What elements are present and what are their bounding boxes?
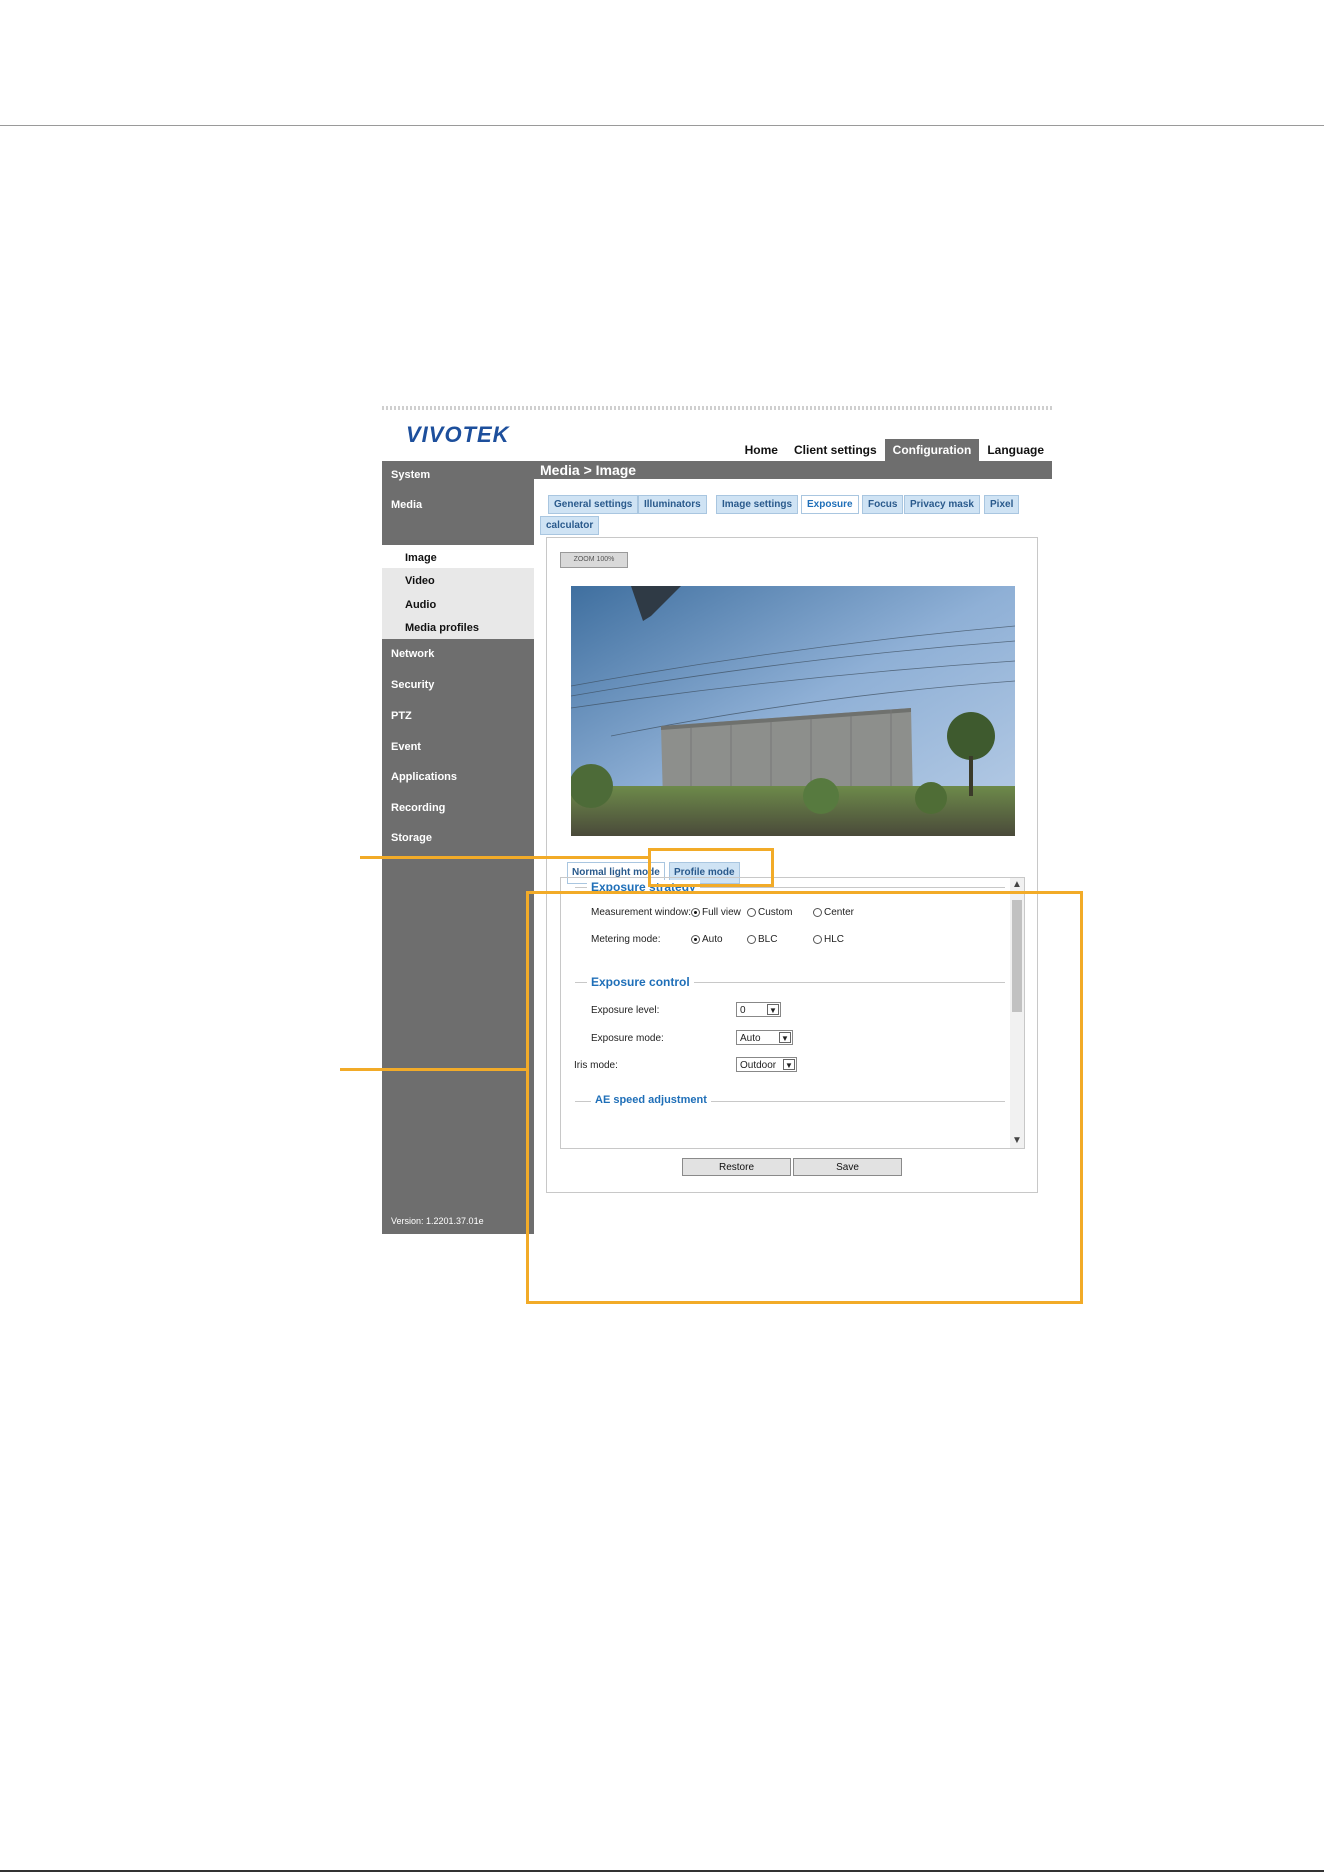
sidebar-item-applications[interactable]: Applications [391, 771, 457, 783]
nav-configuration[interactable]: Configuration [884, 439, 980, 461]
sidebar-item-system[interactable]: System [391, 469, 430, 481]
sidebar-subitem-video[interactable]: Video [405, 575, 435, 587]
breadcrumb: Media > Image [532, 461, 1052, 479]
tab-illuminators[interactable]: Illuminators [638, 495, 707, 514]
camera-preview-image [571, 586, 1015, 836]
nav-client-settings[interactable]: Client settings [786, 439, 885, 461]
tab-general-settings[interactable]: General settings [548, 495, 639, 514]
page-top-rule [0, 125, 1324, 126]
sidebar-item-event[interactable]: Event [391, 741, 421, 753]
zoom-control[interactable]: ZOOM 100% [560, 552, 628, 568]
sidebar-item-storage[interactable]: Storage [391, 832, 432, 844]
nav-language[interactable]: Language [979, 439, 1052, 461]
tab-exposure[interactable]: Exposure [801, 495, 859, 514]
sidebar-subitem-image[interactable]: Image [405, 552, 437, 564]
scroll-up-icon[interactable]: ▲ [1010, 878, 1024, 892]
tab-calculator[interactable]: calculator [540, 516, 600, 535]
sidebar: System Media Image Video Audio Media pro… [382, 461, 534, 1234]
sidebar-item-ptz[interactable]: PTZ [391, 710, 412, 722]
sidebar-item-recording[interactable]: Recording [391, 802, 445, 814]
sidebar-item-security[interactable]: Security [391, 679, 434, 691]
version-text: Version: 1.2201.37.01e [391, 1216, 484, 1226]
top-dotted-border [382, 406, 1052, 410]
tab-pixel[interactable]: Pixel [984, 495, 1020, 514]
sidebar-subitem-audio[interactable]: Audio [405, 599, 436, 611]
tab-image-settings[interactable]: Image settings [716, 495, 799, 514]
tab-focus[interactable]: Focus [862, 495, 904, 514]
sidebar-item-media[interactable]: Media [391, 499, 422, 511]
nav-home[interactable]: Home [737, 439, 786, 461]
callout-line-profile-mode [360, 856, 650, 859]
callout-line-settings [340, 1068, 528, 1071]
vivotek-logo: VIVOTEK [406, 422, 510, 447]
tab-privacy-mask[interactable]: Privacy mask [904, 495, 980, 514]
camera-preview[interactable] [571, 586, 1015, 836]
callout-box-settings [526, 891, 1083, 1304]
sidebar-subitem-media-profiles[interactable]: Media profiles [405, 622, 479, 634]
media-submenu: Image Video Audio Media profiles [382, 545, 534, 639]
sidebar-item-network[interactable]: Network [391, 648, 434, 660]
top-nav: Home Client settings Configuration Langu… [737, 439, 1052, 461]
callout-box-profile-mode [648, 848, 774, 887]
